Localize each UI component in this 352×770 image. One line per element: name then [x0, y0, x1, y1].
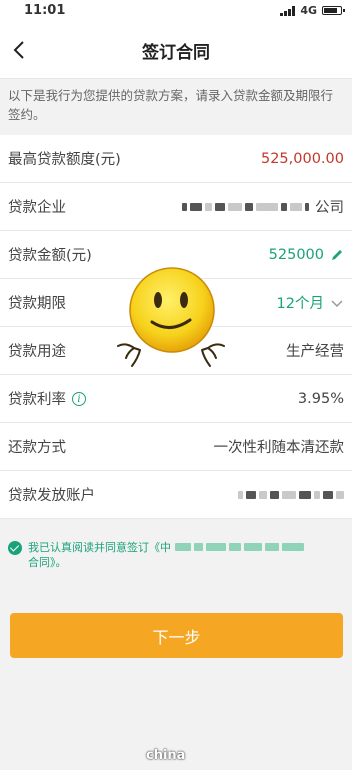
- purpose-value: 生产经营: [286, 344, 344, 360]
- checkbox-checked-icon[interactable]: [8, 541, 22, 555]
- rate-value: 3.95%: [297, 390, 344, 407]
- watermark: china: [146, 748, 186, 763]
- term-value: 12个月: [276, 296, 324, 312]
- smiley-emoji: [117, 267, 225, 367]
- page-title: 签订合同: [142, 43, 210, 63]
- company-value: 公司: [182, 196, 344, 217]
- account-label: 贷款发放账户: [8, 488, 95, 504]
- notice-text: 以下是我行为您提供的贷款方案，请录入贷款金额及期限行签约。: [8, 88, 334, 122]
- repayment-value: 一次性利随本清还款: [213, 440, 345, 456]
- status-bar: 11:01 4G: [0, 0, 352, 22]
- agreement-text[interactable]: 我已认真阅读并同意签订《中 合同》。: [28, 540, 304, 570]
- next-button[interactable]: 下一步: [10, 613, 343, 658]
- dropdown-chevron-icon: [331, 299, 343, 307]
- info-icon[interactable]: i: [72, 391, 86, 406]
- row-rate: 贷款利率 i 3.95%: [0, 375, 352, 423]
- row-company: 贷款企业 公司: [0, 183, 352, 231]
- status-time: 11:01: [24, 3, 66, 18]
- term-select[interactable]: 12个月: [277, 292, 344, 313]
- redacted-account: [238, 490, 344, 499]
- max-amount-value: 525,000.00: [260, 150, 344, 167]
- row-max-amount: 最高贷款额度(元) 525,000.00: [0, 135, 352, 183]
- signal-icon: [280, 5, 296, 16]
- max-amount-label: 最高贷款额度(元): [8, 152, 121, 168]
- row-account: 贷款发放账户: [0, 471, 352, 519]
- network-type: 4G: [300, 4, 317, 17]
- nav-bar: 签订合同: [0, 22, 352, 79]
- company-label: 贷款企业: [8, 200, 66, 216]
- rate-label: 贷款利率: [8, 392, 66, 408]
- company-suffix: 公司: [315, 200, 344, 216]
- rate-label-group: 贷款利率 i: [8, 388, 86, 409]
- term-label: 贷款期限: [8, 296, 66, 312]
- purpose-label: 贷款用途: [8, 344, 66, 360]
- status-indicators: 4G: [280, 4, 345, 17]
- redacted-company-name: [182, 202, 309, 211]
- amount-label: 贷款金额(元): [8, 248, 92, 264]
- redacted-contract-name: [174, 543, 304, 551]
- row-repayment: 还款方式 一次性利随本清还款: [0, 423, 352, 471]
- battery-icon: [322, 6, 345, 15]
- amount-value[interactable]: 525000: [269, 247, 344, 263]
- agreement-text-suffix: 合同》。: [28, 556, 67, 569]
- agreement-text-prefix: 我已认真阅读并同意签订《中: [28, 541, 171, 554]
- amount-input[interactable]: 525000: [269, 247, 324, 263]
- agreement-row[interactable]: 我已认真阅读并同意签订《中 合同》。: [8, 540, 344, 570]
- repayment-label: 还款方式: [8, 440, 66, 456]
- edit-pencil-icon[interactable]: [330, 248, 344, 262]
